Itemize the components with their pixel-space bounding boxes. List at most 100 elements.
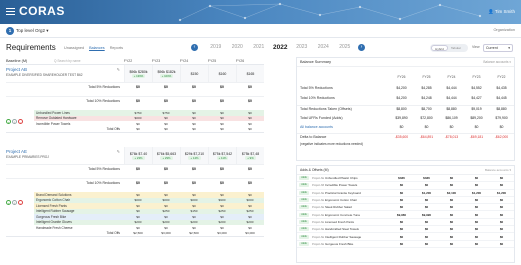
offset-row[interactable]: Handmade Fresh Cheese $0 $0 $0 $0 $0 [34,225,264,231]
toggle-option-hybrid[interactable]: Hybrid [431,45,448,51]
year-option[interactable]: 2025 [334,44,356,51]
row-name: Project AB Incredible Power Towels [312,183,358,188]
year-option-selected[interactable]: 2022 [270,44,292,51]
search-input[interactable]: Q Search by name [54,59,114,63]
year-option[interactable]: 2023 [291,44,313,51]
funding-cell[interactable]: $96k $280k + 136% [124,65,152,82]
adds-offsets-row[interactable]: Adds Project AE Intelligent Rubber Sausag… [297,233,514,241]
offset-row[interactable]: Unbundled Power Lines $750 $750 $0 $0 $0 [34,110,264,116]
row-name: Project AE Handcrafted Steel Towels [312,227,359,232]
tab-reports[interactable]: Reports [110,46,123,50]
balance-accounts-dropdown[interactable]: Balance accounts ▾ [485,168,511,172]
row-value: $1,200 [496,190,507,195]
project-subtitle: EXAMPLE PRIMARIES PROJ [6,155,49,159]
page-title: Requirements [6,43,56,52]
row-value: $0 [474,227,479,232]
network-decoration [178,2,482,22]
chevron-down-icon: ▾ [46,28,49,33]
offset-row[interactable]: Ergonomic Cotton Chair $000 $000 $000 $900 $0… [34,197,264,203]
funding-cell[interactable]: $29k $7,210 + 14% [180,147,208,164]
funding-cell[interactable]: $76k $5,663 + 29% [152,147,180,164]
project-title[interactable]: Project AB [6,67,124,72]
adds-offsets-row[interactable]: Adds Project AE Licensed Fresh Pants $0 $0 $… [297,219,514,227]
adds-offsets-row[interactable]: Adds Project AE Sleek Rubber Salad $0 $0 $0 $… [297,204,514,212]
row-value: $0 [499,241,504,246]
hamburger-menu-icon[interactable] [6,8,15,15]
row-tag: Adds [299,227,309,232]
row-value: $0 [474,183,479,188]
project-title[interactable]: Project AE [6,149,124,154]
adds-offsets-row[interactable]: Adds Project AE Gorgeous Fresh Bike $0 $0 $0… [297,241,514,248]
tab-unassigned[interactable]: Unassigned [64,46,84,50]
remove-offset-icon[interactable]: − [18,200,23,205]
view-mode-toggle[interactable]: Hybrid Tabular [430,44,468,52]
offset-total-row: Total Offs $2,500 $3,000 $2,500 $3,000 $3,000 [106,231,255,236]
funding-cell[interactable]: $165 [236,65,264,82]
view-value: Current [486,46,498,50]
offset-row[interactable]: Remove Outdated Hardware $000 $0 $0 $0 $0 [34,115,264,121]
year-option[interactable]: 2020 [227,44,249,51]
row-tag: Adds [299,198,309,203]
adds-offsets-row[interactable]: Adds Project AE Unbundled Plastic Chips $3… [297,175,514,183]
year-next-button[interactable]: › [358,44,365,51]
toggle-option-tabular[interactable]: Tabular [451,45,461,51]
adds-offsets-row[interactable]: Adds Project AE Ergonomic Concrete Tuna $9… [297,211,514,219]
add-offset-icon[interactable]: + [6,118,11,124]
row-value: $0 [474,241,479,246]
row-value: $0 [424,219,429,224]
row-value: $0 [474,205,479,210]
organization-link[interactable]: Organization [493,28,515,32]
funding-cell[interactable]: $96k $182k + 100% [152,65,180,82]
edit-icon[interactable]: ✎ [117,149,120,154]
adds-offsets-row[interactable]: Adds Project AE Ergonomic Cotton Chair $0 $… [297,197,514,205]
info-icon[interactable]: i [12,200,17,205]
user-menu[interactable]: 👤 Tim Smith [488,9,515,15]
year-option[interactable]: 2021 [248,44,270,51]
funding-cell[interactable]: $75k $7,542 + 11% [208,147,236,164]
offset-row[interactable]: Brand Demand Solutions $0 $0 $0 $0 $0 [34,192,264,198]
year-option[interactable]: 2024 [313,44,335,51]
column-header: FY22 [123,58,133,63]
view-select[interactable]: Current ▾ [483,44,513,52]
row-value: $0 [449,183,454,188]
edit-icon[interactable]: ✎ [117,67,120,72]
balance-summary-header: Balance Summary Balance accounts ▾ [297,58,514,67]
balance-accounts-link-row[interactable]: All balance accounts $0 $0 $0 $0 $0 [297,123,514,130]
total-row: Total 5% Reductions $0 $0 $0 $0 $0 [6,82,264,91]
year-option[interactable]: 2019 [205,44,227,51]
offset-row[interactable]: Licensed Fresh Pants $0 $0 $0 $0 $0 [34,203,264,209]
row-value: $0 [499,234,504,239]
chevron-down-icon: ▾ [508,46,510,50]
balance-row: Total 10% Reductions $4,200 $4,248 $4,444 $4… [300,95,507,100]
row-tag: Adds [299,190,309,195]
delta-row: Delta to Balance -$35,600 -$64,891 -$78,013… [297,133,514,140]
row-tag: Adds [299,205,309,210]
adds-offsets-row[interactable]: Adds Project AE Practical Granite Keyboar… [297,190,514,197]
offset-row[interactable]: Intelligent Rubber Sausage $0 $250 $150 $250… [34,208,264,214]
row-value: $0 [424,227,429,232]
view-label: View [472,45,480,49]
add-offset-icon[interactable]: + [6,200,11,205]
remove-offset-icon[interactable]: − [18,118,23,124]
funding-cell[interactable]: $150 [180,65,208,82]
tab-balances[interactable]: Balances [89,46,105,50]
requirements-header: Requirements Unassigned Balances Reports… [0,40,521,56]
funding-cell[interactable]: $160 [208,65,236,82]
offset-row[interactable]: Gorgeous Fresh Bike $0 $0 $0 $0 $0 [34,214,264,220]
adds-offsets-row[interactable]: Adds Project AE Handcrafted Steel Towels $… [297,226,514,234]
project-selector[interactable]: Top level Org2 ▾ [16,28,49,34]
row-value: $0 [424,205,429,210]
row-value: $0 [449,205,454,210]
balance-accounts-dropdown[interactable]: Balance accounts ▾ [483,60,511,64]
project-name: Top level Org2 [16,28,46,33]
column-header: FY22 [497,75,506,79]
offset-row[interactable]: Incredible Power Towels $0 $0 $0 $0 $0 [34,121,264,127]
funding-cell[interactable]: $76k $7.40 + 23% [124,147,152,164]
adds-offsets-row[interactable]: Adds Project AB Incredible Power Towels $0… [297,182,514,190]
offset-row[interactable]: Intelligent Granite Gloves $200 $200 $200 $2… [34,219,264,225]
info-icon[interactable]: i [12,118,17,124]
summary-panel: Balance Summary Balance accounts ▾ FY26 … [296,57,515,263]
column-header: FY24 [447,75,456,79]
year-prev-button[interactable]: ‹ [191,44,198,51]
funding-cell[interactable]: $75k $7,48 + 9% [236,147,264,164]
